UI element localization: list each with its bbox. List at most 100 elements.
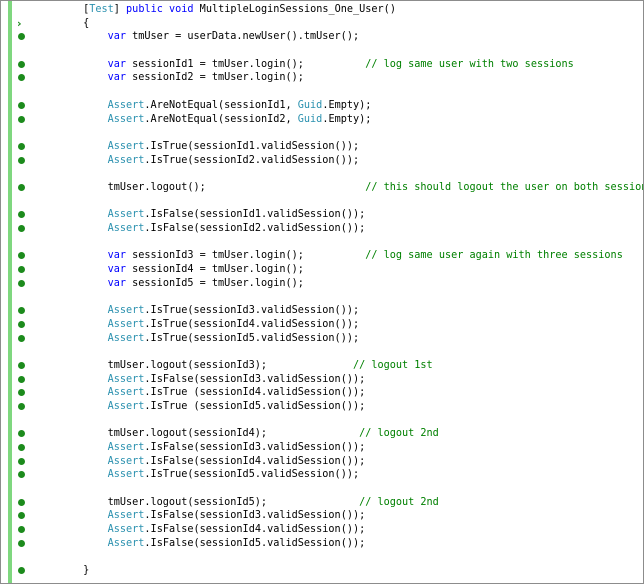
- code-line[interactable]: [Test] public void MultipleLoginSessions…: [1, 3, 643, 17]
- coverage-dot-icon: [18, 498, 25, 506]
- code-token-type: Assert: [107, 154, 145, 166]
- code-line[interactable]: [1, 290, 643, 304]
- coverage-dot-icon: [18, 402, 25, 410]
- code-token-plain: tmUser.logout(sessionId5);: [34, 496, 360, 508]
- code-line[interactable]: Assert.IsFalse(sessionId3.validSession()…: [1, 441, 643, 455]
- code-line[interactable]: Assert.IsTrue(sessionId3.validSession())…: [1, 304, 643, 318]
- code-line[interactable]: Assert.IsFalse(sessionId2.validSession()…: [1, 222, 643, 236]
- code-line[interactable]: Assert.IsTrue(sessionId2.validSession())…: [1, 154, 643, 168]
- code-line[interactable]: Assert.IsTrue(sessionId5.validSession())…: [1, 468, 643, 482]
- coverage-dot-icon: [18, 115, 25, 123]
- code-line-text: var sessionId3 = tmUser.login(); // log …: [34, 249, 623, 263]
- code-line[interactable]: Assert.IsTrue(sessionId4.validSession())…: [1, 318, 643, 332]
- code-line-text: Assert.IsFalse(sessionId5.validSession()…: [34, 537, 366, 551]
- code-line-text: var tmUser = userData.newUser().tmUser()…: [34, 30, 359, 44]
- code-line[interactable]: [1, 195, 643, 209]
- code-token-type: Assert: [107, 373, 145, 385]
- code-line[interactable]: var sessionId5 = tmUser.login();: [1, 277, 643, 291]
- code-line[interactable]: Assert.IsTrue(sessionId5.validSession())…: [1, 332, 643, 346]
- code-token-plain: .AreNotEqual(sessionId1,: [144, 99, 298, 111]
- code-token-comment: // logout 2nd: [359, 496, 439, 508]
- code-token-plain: .IsTrue (sessionId4.validSession());: [144, 387, 366, 399]
- code-line-text: }: [34, 564, 89, 578]
- code-line-text: {: [34, 17, 89, 31]
- code-line[interactable]: var sessionId2 = tmUser.login();: [1, 71, 643, 85]
- coverage-dot-icon: [18, 512, 25, 520]
- code-token-type: Guid: [297, 113, 323, 125]
- code-line[interactable]: [1, 551, 643, 565]
- code-line-text: Assert.IsFalse(sessionId2.validSession()…: [34, 222, 366, 236]
- coverage-dot-icon: [18, 444, 25, 451]
- code-line[interactable]: Assert.IsFalse(sessionId1.validSession()…: [1, 208, 643, 222]
- code-token-plain: .IsTrue(sessionId1.validSession());: [144, 140, 360, 152]
- code-line[interactable]: tmUser.logout(); // this should logout t…: [1, 181, 643, 195]
- coverage-dot-icon: [18, 142, 25, 150]
- code-line[interactable]: [1, 236, 643, 250]
- code-token-keyword: public: [126, 4, 163, 15]
- code-line[interactable]: [1, 44, 643, 58]
- code-line[interactable]: Assert.IsFalse(sessionId4.validSession()…: [1, 455, 643, 469]
- code-token-type: Assert: [107, 510, 145, 522]
- code-line[interactable]: [1, 85, 643, 99]
- code-line[interactable]: Assert.IsTrue(sessionId1.validSession())…: [1, 140, 643, 154]
- code-line[interactable]: Assert.IsFalse(sessionId5.validSession()…: [1, 537, 643, 551]
- code-line[interactable]: Assert.AreNotEqual(sessionId1, Guid.Empt…: [1, 99, 643, 113]
- coverage-dot-icon: [18, 33, 25, 41]
- code-line[interactable]: [1, 126, 643, 140]
- code-line[interactable]: Assert.IsFalse(sessionId3.validSession()…: [1, 373, 643, 387]
- code-token-plain: .IsFalse(sessionId3.validSession());: [144, 510, 366, 522]
- code-line[interactable]: tmUser.logout(sessionId4); // logout 2nd: [1, 427, 643, 441]
- code-line[interactable]: Assert.IsFalse(sessionId4.validSession()…: [1, 523, 643, 537]
- code-token-type: Assert: [107, 113, 145, 125]
- code-token-comment: // logout 1st: [352, 359, 433, 371]
- code-line[interactable]: var sessionId1 = tmUser.login(); // log …: [1, 58, 643, 72]
- code-area[interactable]: [Test] public void MultipleLoginSessions…: [1, 3, 643, 578]
- code-line[interactable]: [1, 482, 643, 496]
- code-token-type: Assert: [107, 524, 145, 536]
- code-line-text: var sessionId2 = tmUser.login();: [34, 71, 304, 85]
- code-line[interactable]: Assert.AreNotEqual(sessionId2, Guid.Empt…: [1, 113, 643, 127]
- code-line[interactable]: tmUser.logout(sessionId5); // logout 2nd: [1, 496, 643, 510]
- code-line-text: tmUser.logout(sessionId3); // logout 1st: [34, 359, 433, 373]
- code-line-text: tmUser.logout(sessionId5); // logout 2nd: [34, 496, 439, 510]
- code-line-text: tmUser.logout(sessionId4); // logout 2nd: [34, 427, 439, 441]
- code-line[interactable]: › {: [1, 17, 643, 31]
- code-line-text: var sessionId1 = tmUser.login(); // log …: [34, 58, 574, 72]
- code-line[interactable]: [1, 167, 643, 181]
- code-line[interactable]: [1, 345, 643, 359]
- code-line[interactable]: Assert.IsFalse(sessionId3.validSession()…: [1, 509, 643, 523]
- code-token-plain: tmUser.logout();: [34, 181, 366, 193]
- code-token-plain: MultipleLoginSessions_One_User(): [193, 4, 396, 15]
- code-token-plain: {: [34, 17, 90, 29]
- code-line[interactable]: }: [1, 564, 643, 578]
- current-line-arrow-icon: ›: [17, 16, 22, 30]
- coverage-dot-icon: [18, 266, 25, 274]
- code-line[interactable]: var sessionId3 = tmUser.login(); // log …: [1, 249, 643, 263]
- code-editor[interactable]: [Test] public void MultipleLoginSessions…: [0, 0, 644, 584]
- code-line[interactable]: tmUser.logout(sessionId3); // logout 1st: [1, 359, 643, 373]
- code-line-text: Assert.IsTrue (sessionId5.validSession()…: [34, 400, 366, 414]
- coverage-dot-icon: [18, 334, 25, 342]
- code-line-text: Assert.AreNotEqual(sessionId2, Guid.Empt…: [34, 113, 372, 127]
- code-line[interactable]: [1, 414, 643, 428]
- code-token-plain: sessionId1 = tmUser.login();: [126, 58, 366, 70]
- coverage-dot-icon: [18, 471, 25, 479]
- code-line-text: Assert.IsTrue (sessionId4.validSession()…: [34, 386, 366, 400]
- code-token-plain: .IsFalse(sessionId5.validSession());: [144, 537, 366, 549]
- code-line-text: Assert.AreNotEqual(sessionId1, Guid.Empt…: [34, 99, 372, 113]
- code-line-text: Assert.IsTrue(sessionId3.validSession())…: [34, 304, 359, 318]
- coverage-dot-icon: [18, 183, 25, 191]
- code-line[interactable]: Assert.IsTrue (sessionId5.validSession()…: [1, 400, 643, 414]
- code-line[interactable]: var sessionId4 = tmUser.login();: [1, 263, 643, 277]
- code-line[interactable]: var tmUser = userData.newUser().tmUser()…: [1, 30, 643, 44]
- code-line[interactable]: Assert.IsTrue (sessionId4.validSession()…: [1, 386, 643, 400]
